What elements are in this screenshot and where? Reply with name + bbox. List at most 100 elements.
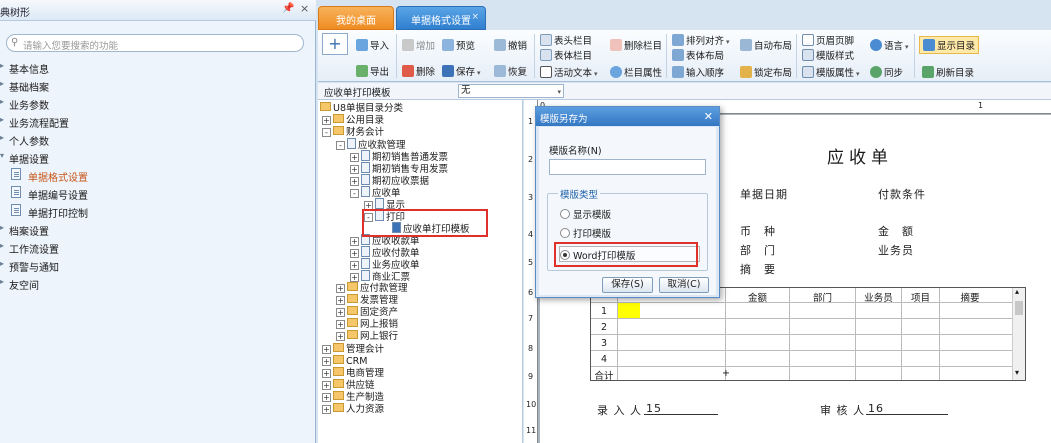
expand-icon[interactable]: + (322, 345, 331, 354)
collapse-icon[interactable]: - (322, 128, 331, 137)
expand-icon[interactable]: + (322, 116, 331, 125)
radio-display-template[interactable]: 显示模版 (560, 207, 611, 221)
template-properties-button[interactable]: 模版属性 ▾ (802, 65, 860, 81)
tree-node[interactable]: + 商业汇票 (350, 270, 410, 283)
tree-node[interactable]: + 人力资源 (322, 403, 384, 415)
selected-cell[interactable] (618, 303, 640, 318)
restore-button[interactable]: 恢复 (494, 64, 527, 80)
tree-node[interactable]: + 生产制造 (322, 391, 384, 403)
arrange-align-button[interactable]: 排列对齐 ▾ (672, 33, 730, 49)
tree-node[interactable]: + 期初应收票据 (350, 174, 429, 187)
delete-column-button[interactable]: 删除栏目 (610, 38, 662, 54)
tree-node[interactable]: + 业务应收单 (350, 258, 420, 271)
tree-node[interactable]: + 应收付款单 (350, 246, 420, 259)
nav-item-personal-params[interactable]: ▸ 个人参数 (0, 130, 316, 148)
save-button[interactable]: 保存 ▾ (442, 64, 481, 80)
tree-node[interactable]: - 应收款管理 (336, 138, 406, 151)
language-button[interactable]: 语言 ▾ (870, 38, 909, 54)
nav-item-document-number-settings[interactable]: 单据编号设置 (0, 184, 316, 202)
expand-icon[interactable]: + (350, 237, 359, 246)
delete-button[interactable]: 删除 (402, 64, 435, 80)
radio-print-template[interactable]: 打印模版 (560, 226, 611, 240)
save-button[interactable]: 保存(S) (602, 277, 653, 293)
tree-node[interactable]: + 网上报销 (336, 318, 398, 330)
expand-icon[interactable]: + (336, 296, 345, 305)
refresh-catalog-button[interactable]: 刷新目录 (922, 65, 974, 81)
template-select[interactable]: 无 ▾ (458, 84, 564, 98)
field-department[interactable]: 部 门 (740, 242, 776, 258)
nav-item-friend-space[interactable]: ▸ 友空间 (0, 274, 316, 292)
expand-icon[interactable]: + (350, 165, 359, 174)
tree-node[interactable]: + 电商管理 (322, 367, 384, 379)
close-icon[interactable]: × (300, 2, 309, 15)
expand-icon[interactable]: + (322, 405, 331, 414)
tree-node-root[interactable]: U8单据目录分类 (320, 102, 403, 114)
nav-item-document-format-settings[interactable]: 单据格式设置 (0, 166, 316, 184)
add-button[interactable]: 增加 (402, 38, 435, 54)
nav-item-workflow-settings[interactable]: ▸ 工作流设置 (0, 238, 316, 256)
close-tab-icon[interactable]: × (471, 12, 479, 22)
undo-button[interactable]: 撤销 (494, 38, 527, 54)
add-plus-icon[interactable]: + (322, 33, 348, 55)
nav-item-workflow-config[interactable]: ▸ 业务流程配置 (0, 112, 316, 130)
cancel-button[interactable]: 取消(C) (659, 277, 709, 293)
collapse-icon[interactable]: - (336, 141, 345, 150)
expand-icon[interactable]: + (350, 261, 359, 270)
expand-icon[interactable]: + (350, 249, 359, 258)
column-properties-button[interactable]: 栏目属性 (610, 65, 662, 81)
preview-button[interactable]: 预览 (442, 38, 475, 54)
nav-item-document-print-control[interactable]: 单据打印控制 (0, 202, 316, 220)
tree-node[interactable]: + CRM (322, 355, 367, 367)
input-order-button[interactable]: 输入顺序 (672, 65, 724, 81)
body-layout-button[interactable]: 表体布局 (672, 48, 724, 64)
field-bill-date[interactable]: 单据日期 (740, 186, 788, 202)
sync-button[interactable]: 同步 (870, 65, 903, 81)
scroll-up-icon[interactable]: ▴ (1015, 287, 1019, 296)
expand-icon[interactable]: + (350, 153, 359, 162)
expand-icon[interactable]: + (322, 393, 331, 402)
tree-node[interactable]: + 期初销售专用发票 (350, 162, 448, 175)
nav-item-basic-archive[interactable]: ▸ 基础档案 (0, 76, 316, 94)
show-catalog-button[interactable]: 显示目录 (919, 36, 980, 54)
field-payment-terms[interactable]: 付款条件 (878, 186, 926, 202)
expand-icon[interactable]: + (336, 320, 345, 329)
expand-icon[interactable]: + (350, 273, 359, 282)
export-button[interactable]: 导出 (356, 64, 389, 80)
tree-node[interactable]: + 公用目录 (322, 114, 384, 126)
field-summary[interactable]: 摘 要 (740, 261, 776, 277)
tree-node[interactable]: + 管理会计 (322, 343, 384, 355)
pin-icon[interactable]: 📌 (282, 3, 294, 14)
template-name-input[interactable] (549, 159, 706, 175)
tree-node[interactable]: - 应收单 (350, 186, 401, 199)
nav-item-document-settings[interactable]: ▾ 单据设置 (0, 148, 316, 166)
expand-icon[interactable]: + (350, 177, 359, 186)
chevron-down-icon[interactable]: ▾ (477, 69, 481, 77)
tree-node[interactable]: + 期初销售普通发票 (350, 150, 448, 163)
field-salesperson[interactable]: 业务员 (878, 242, 914, 258)
search-input[interactable]: ⚲ 请输入您要搜索的功能 (6, 34, 304, 52)
page-header-footer-button[interactable]: 页眉页脚 (802, 33, 854, 49)
expand-icon[interactable]: + (322, 369, 331, 378)
scroll-thumb[interactable] (1015, 301, 1023, 315)
collapse-icon[interactable]: - (350, 189, 359, 198)
chevron-down-icon[interactable]: ▾ (726, 38, 730, 46)
tree-node[interactable]: + 应付款管理 (336, 282, 408, 294)
dialog-titlebar[interactable]: 模版另存为 ✕ (536, 107, 719, 126)
expand-icon[interactable]: + (336, 308, 345, 317)
tree-node[interactable]: + 网上银行 (336, 330, 398, 342)
chevron-down-icon[interactable]: ▾ (905, 43, 909, 51)
field-currency[interactable]: 币 种 (740, 223, 776, 239)
tree-node[interactable]: - 财务会计 (322, 126, 384, 138)
detail-grid[interactable]: 金额 部门 业务员 项目 摘要 1 2 3 4 合计 + (590, 287, 1026, 382)
tab-my-desktop[interactable]: 我的桌面 (318, 6, 394, 30)
tab-document-format-settings[interactable]: 单据格式设置 × (396, 6, 486, 30)
grid-scrollbar[interactable]: ▴ ▾ (1012, 287, 1025, 380)
lock-layout-button[interactable]: 锁定布局 (740, 65, 792, 81)
nav-item-archive-settings[interactable]: ▸ 档案设置 (0, 220, 316, 238)
field-amount[interactable]: 金 额 (878, 223, 914, 239)
header-column-button[interactable]: 表头栏目 (540, 33, 592, 49)
expand-icon[interactable]: + (322, 357, 331, 366)
expand-icon[interactable]: + (336, 284, 345, 293)
chevron-down-icon[interactable]: ▾ (856, 70, 860, 78)
scroll-down-icon[interactable]: ▾ (1015, 368, 1019, 377)
